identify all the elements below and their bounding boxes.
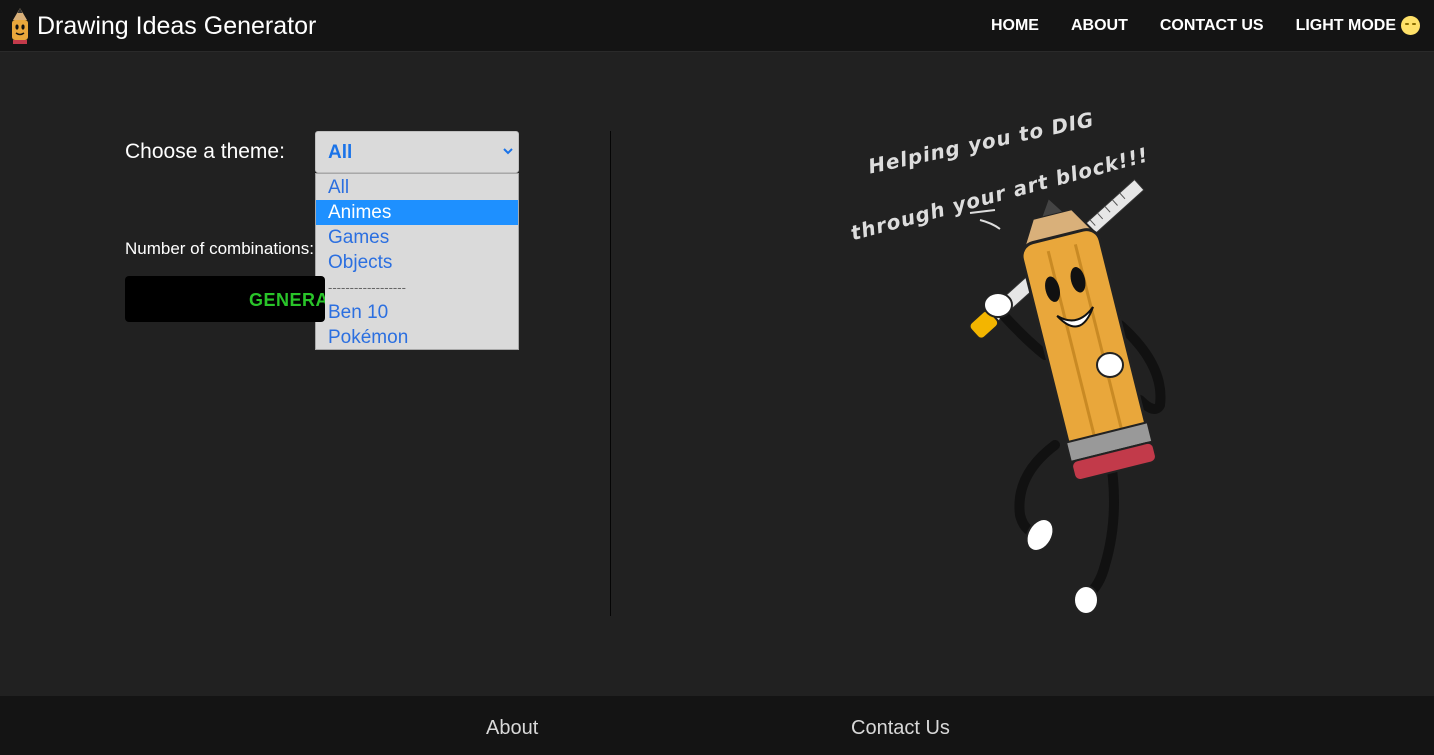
vertical-divider — [610, 131, 611, 616]
nav-about[interactable]: ABOUT — [1071, 17, 1128, 35]
theme-option-ben10[interactable]: Ben 10 — [316, 300, 518, 325]
nav-light-mode-toggle[interactable]: LIGHT MODE — [1296, 16, 1420, 35]
pencil-mascot-illustration — [968, 178, 1166, 615]
top-navbar: Drawing Ideas Generator HOME ABOUT CONTA… — [0, 0, 1434, 52]
light-mode-label: LIGHT MODE — [1295, 16, 1396, 34]
theme-option-animes[interactable]: Animes — [316, 200, 518, 225]
combinations-label: Number of combinations: — [125, 239, 314, 258]
theme-option-pokemon[interactable]: Pokémon — [316, 325, 518, 350]
theme-option-games[interactable]: Games — [316, 225, 518, 250]
generate-label: GENERATE — [249, 290, 325, 310]
moon-face-icon — [1401, 16, 1420, 35]
theme-dropdown-list: All Animes Games Objects ---------------… — [315, 173, 519, 350]
footer: About Contact Us — [0, 696, 1434, 755]
generate-button[interactable]: GENERATE — [125, 276, 325, 322]
footer-about-link[interactable]: About — [486, 717, 538, 740]
theme-option-separator: ------------------ — [328, 280, 406, 295]
theme-select[interactable]: All — [315, 131, 519, 173]
footer-contact-link[interactable]: Contact Us — [851, 717, 950, 740]
nav-links: HOME ABOUT CONTACT US LIGHT MODE — [959, 0, 1420, 51]
theme-option-all[interactable]: All — [316, 175, 518, 200]
theme-option-objects[interactable]: Objects — [316, 250, 518, 275]
chevron-down-icon — [503, 148, 513, 155]
app-title: Drawing Ideas Generator — [37, 11, 317, 40]
nav-contact[interactable]: CONTACT US — [1160, 17, 1264, 35]
theme-label: Choose a theme: — [125, 140, 285, 163]
theme-select-value: All — [328, 142, 353, 163]
pencil-mascot-icon — [12, 8, 28, 44]
nav-home[interactable]: HOME — [991, 17, 1039, 35]
brand[interactable]: Drawing Ideas Generator — [8, 6, 316, 46]
